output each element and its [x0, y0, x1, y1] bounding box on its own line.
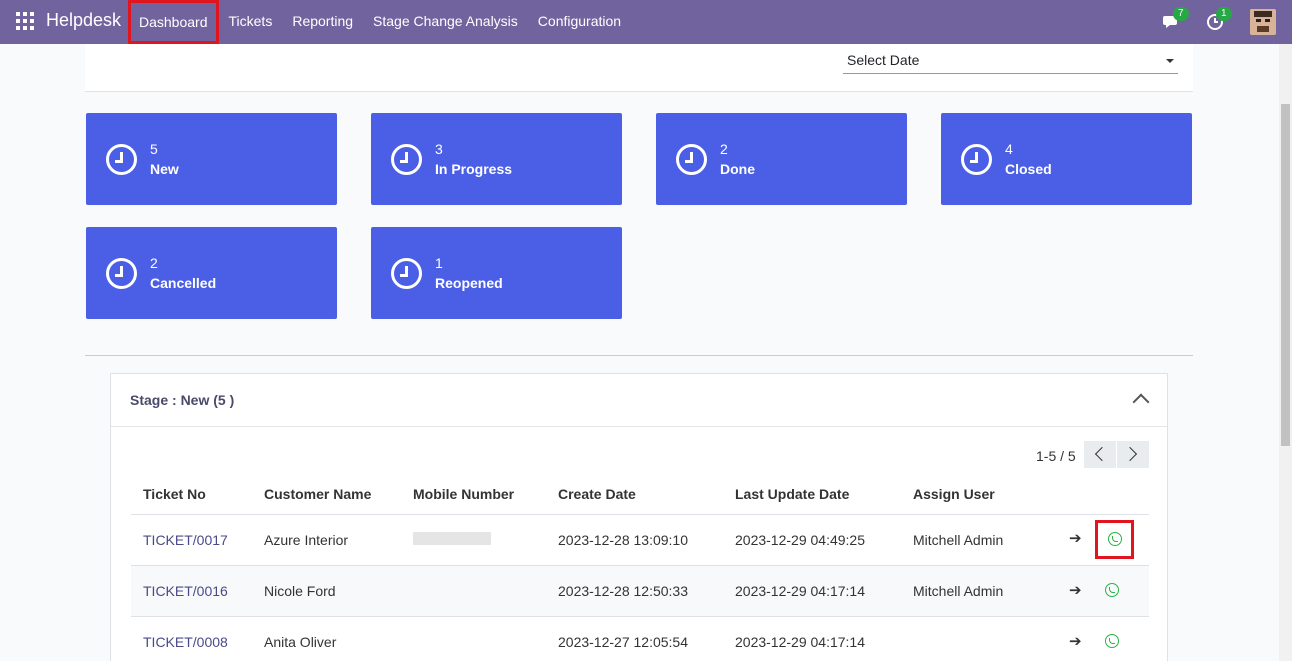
table-row[interactable]: TICKET/0016 Nicole Ford 2023-12-28 12:50… [131, 565, 1149, 617]
update-date-cell: 2023-12-29 04:49:25 [723, 514, 901, 566]
menu-configuration[interactable]: Configuration [528, 0, 631, 44]
arrow-right-icon[interactable]: ➔ [1069, 529, 1082, 547]
clock-icon [676, 144, 707, 175]
table-row[interactable]: TICKET/0017 Azure Interior 2023-12-28 13… [131, 514, 1149, 566]
stage-count: 2 [150, 255, 158, 271]
create-date-cell: 2023-12-28 13:09:10 [546, 514, 723, 566]
top-navbar: Helpdesk Dashboard Tickets Reporting Sta… [0, 0, 1292, 44]
col-mobile-number[interactable]: Mobile Number [401, 474, 546, 515]
arrow-right-icon[interactable]: ➔ [1069, 581, 1082, 599]
messages-icon[interactable]: 7 [1163, 7, 1189, 31]
stage-label: Done [720, 161, 755, 177]
whatsapp-icon [1105, 582, 1120, 597]
col-customer-name[interactable]: Customer Name [252, 474, 401, 515]
mobile-cell [401, 616, 546, 661]
mobile-cell [401, 565, 546, 617]
chevron-up-icon[interactable] [1132, 393, 1150, 411]
assign-user-cell: Mitchell Admin [901, 514, 1051, 566]
pager-value: 1-5 / 5 [1036, 448, 1076, 464]
stage-count: 5 [150, 141, 158, 157]
update-date-cell: 2023-12-29 04:17:14 [723, 616, 901, 661]
caret-down-icon [1166, 59, 1174, 63]
apps-menu-icon[interactable] [16, 12, 34, 30]
col-last-update-date[interactable]: Last Update Date [723, 474, 901, 515]
user-avatar[interactable] [1250, 9, 1276, 35]
ticket-no-cell[interactable]: TICKET/0017 [131, 514, 252, 566]
col-assign-user[interactable]: Assign User [901, 474, 1051, 515]
stage-count: 3 [435, 141, 443, 157]
date-filter-select[interactable]: Select Date [843, 48, 1178, 74]
masked-mobile [413, 531, 491, 545]
ticket-no-cell[interactable]: TICKET/0016 [131, 565, 252, 617]
whatsapp-icon [1107, 532, 1122, 546]
whatsapp-button[interactable] [1105, 582, 1120, 600]
main-menu: Dashboard Tickets Reporting Stage Change… [128, 0, 631, 44]
table-header-row: Ticket No Customer Name Mobile Number Cr… [131, 474, 1149, 515]
activity-clock-icon[interactable]: 1 [1206, 7, 1232, 31]
actions-cell: ➔ [1051, 514, 1149, 566]
menu-reporting[interactable]: Reporting [282, 0, 363, 44]
create-date-cell: 2023-12-27 12:05:54 [546, 616, 723, 661]
section-divider [85, 355, 1193, 356]
col-ticket-no[interactable]: Ticket No [131, 474, 252, 515]
menu-dashboard[interactable]: Dashboard [128, 0, 219, 44]
stage-label: Reopened [435, 275, 503, 291]
stage-card-reopened[interactable]: 1 Reopened [371, 227, 622, 319]
chevron-right-icon [1122, 446, 1138, 462]
stage-label: New [150, 161, 179, 177]
arrow-right-icon[interactable]: ➔ [1069, 632, 1082, 650]
date-filter-value: Select Date [847, 52, 920, 68]
chevron-left-icon [1094, 446, 1110, 462]
clock-icon [961, 144, 992, 175]
menu-tickets[interactable]: Tickets [219, 0, 283, 44]
assign-user-cell: Mitchell Admin [901, 565, 1051, 617]
menu-stage-change-analysis[interactable]: Stage Change Analysis [363, 0, 528, 44]
page-scrollbar[interactable] [1279, 44, 1292, 661]
pager-next-button[interactable] [1117, 441, 1149, 468]
col-create-date[interactable]: Create Date [546, 474, 723, 515]
stage-card-done[interactable]: 2 Done [656, 113, 907, 205]
mobile-cell [401, 514, 546, 566]
activities-badge: 1 [1216, 7, 1232, 21]
messages-badge: 7 [1173, 7, 1189, 21]
actions-cell: ➔ [1051, 616, 1149, 661]
stage-count: 2 [720, 141, 728, 157]
clock-icon [106, 258, 137, 289]
stage-label: Cancelled [150, 275, 217, 291]
stage-card-in-progress[interactable]: 3 In Progress [371, 113, 622, 205]
customer-cell: Nicole Ford [252, 565, 401, 617]
update-date-cell: 2023-12-29 04:17:14 [723, 565, 901, 617]
pager-prev-button[interactable] [1084, 441, 1116, 468]
scrollbar-thumb[interactable] [1281, 104, 1290, 446]
col-actions [1051, 474, 1149, 515]
assign-user-cell [901, 616, 1051, 661]
stage-count: 4 [1005, 141, 1013, 157]
stage-panel: Stage : New (5 ) 1-5 / 5 Ticket No Custo… [110, 373, 1168, 661]
table-row[interactable]: TICKET/0008 Anita Oliver 2023-12-27 12:0… [131, 616, 1149, 661]
panel-header[interactable]: Stage : New (5 ) [111, 374, 1167, 427]
clock-icon [106, 144, 137, 175]
stage-card-closed[interactable]: 4 Closed [941, 113, 1192, 205]
tickets-table: Ticket No Customer Name Mobile Number Cr… [131, 474, 1149, 661]
customer-cell: Azure Interior [252, 514, 401, 566]
stage-card-cancelled[interactable]: 2 Cancelled [86, 227, 337, 319]
panel-title: Stage : New (5 ) [130, 392, 235, 408]
clock-icon [391, 258, 422, 289]
stage-card-new[interactable]: 5 New [86, 113, 337, 205]
stage-count: 1 [435, 255, 443, 271]
create-date-cell: 2023-12-28 12:50:33 [546, 565, 723, 617]
actions-cell: ➔ [1051, 565, 1149, 617]
clock-icon [391, 144, 422, 175]
ticket-no-cell[interactable]: TICKET/0008 [131, 616, 252, 661]
whatsapp-button[interactable] [1105, 633, 1120, 651]
stage-label: Closed [1005, 161, 1052, 177]
whatsapp-button[interactable] [1095, 520, 1135, 559]
app-brand[interactable]: Helpdesk [46, 10, 121, 31]
stage-label: In Progress [435, 161, 513, 177]
whatsapp-icon [1105, 633, 1120, 648]
customer-cell: Anita Oliver [252, 616, 401, 661]
